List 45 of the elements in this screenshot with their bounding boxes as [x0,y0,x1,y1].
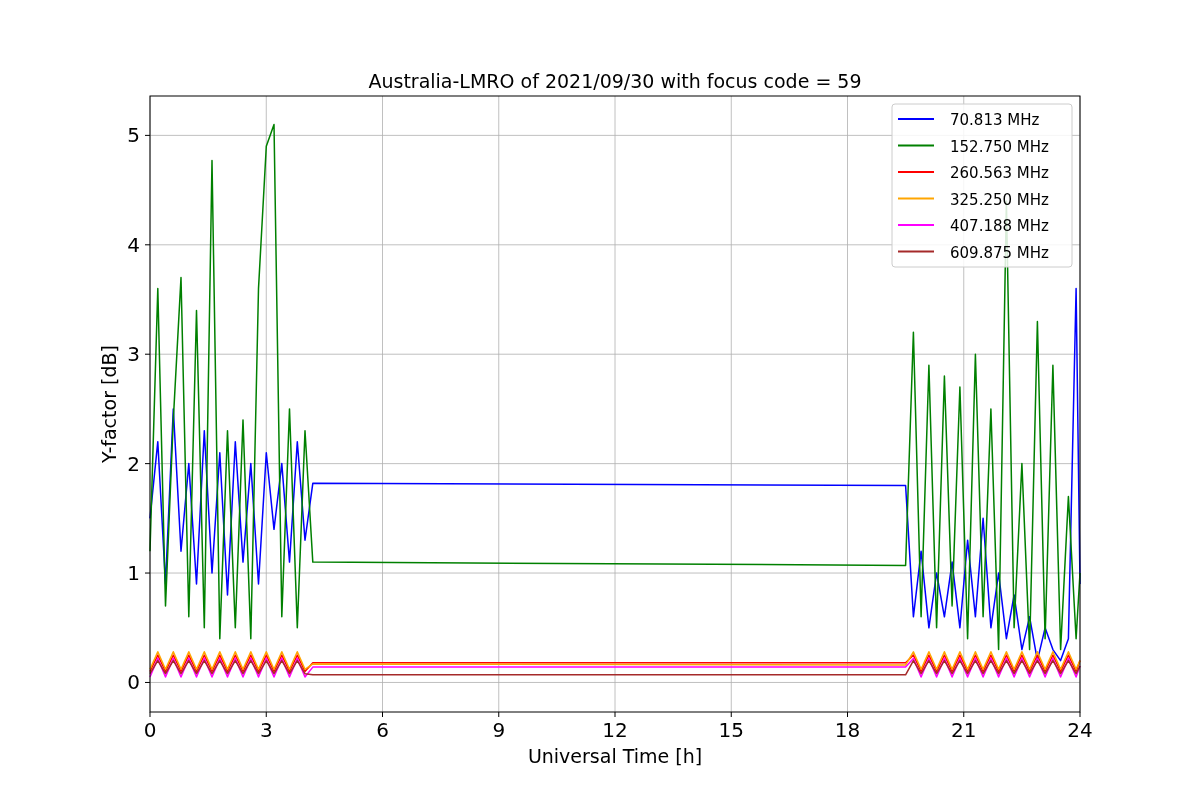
tick-label: 24 [1067,718,1093,742]
legend-line [897,118,935,120]
tick-mark [1079,711,1081,718]
tick-label: 21 [951,718,977,742]
tick-mark [144,244,151,246]
legend-line [897,144,935,147]
tick-label: 2 [127,451,140,476]
legend-label: 152.750 MHz [950,137,1049,156]
legend-label: 407.188 MHz [950,217,1049,235]
tick-label: 9 [492,718,506,742]
legend-line [897,224,935,226]
tick-mark [144,463,151,465]
x-axis-label: Universal Time [h] [527,745,703,767]
y-axis-label: Y-factor [dB] [98,345,120,463]
legend-line [897,171,935,173]
tick-label: 0 [143,718,157,742]
tick-label: 5 [127,123,140,148]
legend-label: 325.250 MHz [950,190,1049,209]
tick-mark [847,711,848,718]
tick-mark [614,711,616,718]
tick-label: 1 [127,561,140,586]
tick-label: 18 [834,718,861,742]
tick-mark [144,353,151,355]
legend-line [897,197,935,200]
legend-label: 70.813 MHz [950,111,1040,129]
legend-label: 260.563 MHz [950,164,1049,182]
tick-mark [963,711,965,718]
tick-label: 3 [259,718,273,742]
legend-line [897,250,935,253]
tick-mark [265,711,267,718]
tick-label: 3 [127,342,140,367]
tick-label: 6 [376,718,389,742]
tick-label: 0 [127,670,140,695]
legend-label: 609.875 MHz [950,243,1049,262]
tick-label: 12 [602,718,628,742]
tick-mark [730,711,732,718]
tick-mark [382,711,383,718]
chart-title: Australia-LMRO of 2021/09/30 with focus code = 59 [368,70,862,92]
tick-label: 15 [718,718,744,742]
tick-mark [144,681,151,683]
tick-mark [144,134,151,136]
tick-label: 4 [127,232,140,257]
tick-mark [149,711,151,718]
tick-mark [144,572,151,574]
tick-mark [498,711,500,718]
